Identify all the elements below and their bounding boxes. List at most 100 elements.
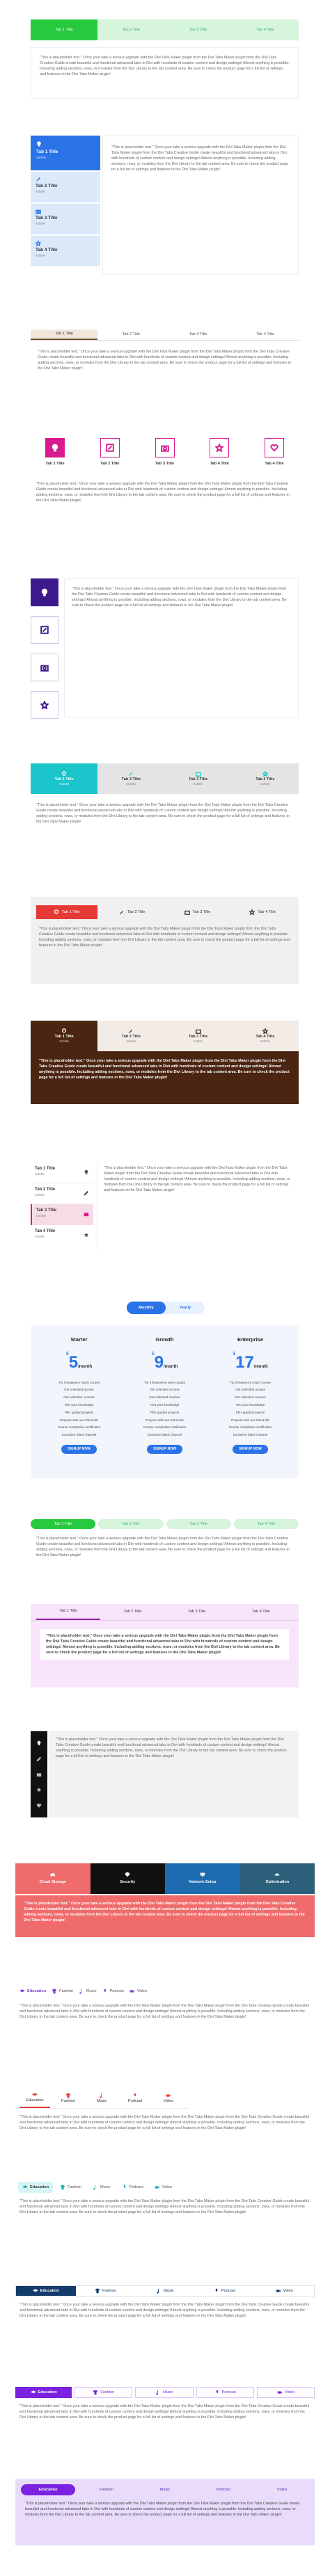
tab-podcast[interactable]: Podcast	[102, 1988, 124, 1994]
tab-1[interactable]: Tab 1 Title Subtitle	[31, 763, 98, 794]
tab-label: Music	[163, 2390, 173, 2395]
tab-video[interactable]: Video	[129, 1988, 147, 1994]
tab-3[interactable]: Tab 3 Title	[141, 438, 189, 470]
tab-1[interactable]: Tab 1 Title Subtitle	[31, 1021, 98, 1051]
feature-item: Projects with our Cloud lab	[146, 1418, 184, 1422]
heart-icon[interactable]	[36, 1803, 42, 1808]
tab-education[interactable]: Education	[19, 1988, 46, 1994]
tab-4[interactable]: Tab 4 Title	[232, 330, 299, 340]
tab-fashion[interactable]: Fashion	[56, 2182, 86, 2193]
tab-3[interactable]: Tab 3 Title	[165, 1604, 229, 1620]
tab-fashion[interactable]: Fashion	[74, 2387, 133, 2398]
tab-2[interactable]: Tab 2 Title	[102, 905, 163, 919]
tab-1[interactable]: Tab 1 Title	[31, 19, 98, 40]
tab-1[interactable]: Tab 1 Title Subtitle	[31, 1163, 93, 1183]
tab-5[interactable]: Tab 4 Title	[250, 438, 299, 470]
tab-1[interactable]: Tab 1 Title Subtitle	[31, 136, 100, 170]
tab-label: Education	[38, 2390, 57, 2395]
tab-3[interactable]: Tab 3 Title	[166, 1519, 231, 1529]
tab-podcast[interactable]: Podcast	[196, 2484, 251, 2495]
tab-4[interactable]: Tab 4 Title Subtitle	[231, 1021, 299, 1051]
tab-fashion[interactable]: Fashion	[53, 2089, 84, 2108]
tab-label: Tab 2 Title	[100, 462, 120, 466]
tab-2[interactable]: Tab 2 Title	[100, 1604, 164, 1620]
tab-network-setup[interactable]: Network Setup	[165, 1863, 240, 1894]
tab-1[interactable]	[31, 578, 58, 606]
tab-podcast[interactable]: Podcast	[196, 2387, 254, 2398]
tab-4[interactable]: Tab 4 Title	[232, 905, 293, 919]
signup-button[interactable]: SIGNUP NOW	[61, 1444, 97, 1455]
tab-content-text: "This is placeholder text." Once your ta…	[25, 2502, 300, 2518]
tab-music[interactable]: Music	[135, 2387, 194, 2398]
microphone-icon	[123, 2185, 125, 2188]
tab-podcast[interactable]: Podcast	[120, 2089, 150, 2108]
graduation-cap-icon	[32, 2093, 38, 2096]
tab-music[interactable]: Music	[135, 2286, 195, 2296]
tab-2[interactable]	[31, 616, 58, 644]
signup-button[interactable]: SIGNUP NOW	[147, 1444, 182, 1455]
tab-education[interactable]: Education	[21, 2484, 75, 2495]
tab-3[interactable]: Tab 3 Title Subtitle	[164, 763, 232, 794]
camera-icon	[195, 1029, 201, 1034]
tab-podcast[interactable]: Podcast	[195, 2286, 255, 2296]
tab-video[interactable]: Video	[254, 2286, 314, 2296]
tab-4[interactable]: Tab 4 Title Subtitle	[31, 236, 100, 266]
signup-button[interactable]: SIGNUP NOW	[233, 1444, 268, 1455]
tab-education[interactable]: Education	[19, 2089, 50, 2108]
edit-icon[interactable]	[36, 1756, 42, 1762]
tab-security[interactable]: Security	[90, 1863, 165, 1894]
tab-fashion[interactable]: Fashion	[79, 2484, 134, 2495]
tab-4[interactable]: Tab 4 Title	[231, 19, 299, 40]
tab-education[interactable]: Education	[18, 2182, 54, 2193]
tab-1[interactable]: Tab 1 Title	[31, 330, 98, 340]
lightbulb-icon	[62, 771, 67, 776]
toggle-yearly[interactable]: Yearly	[166, 1302, 205, 1314]
tab-video[interactable]: Video	[255, 2484, 309, 2495]
tab-2[interactable]: Tab 2 Title Subtitle	[97, 763, 165, 794]
tab-1[interactable]: Tab 1 Title	[31, 1519, 96, 1529]
tab-1[interactable]: Tab 1 Title	[36, 1604, 101, 1620]
tab-video[interactable]: Video	[256, 2387, 315, 2398]
tab-music[interactable]: Music	[88, 2182, 115, 2193]
tab-1[interactable]: Tab 1 Title	[31, 438, 79, 470]
tab-2[interactable]: Tab 2 Title	[98, 1519, 164, 1529]
tab-2[interactable]: Tab 2 Title	[86, 438, 134, 470]
tab-music[interactable]: Music	[79, 1988, 97, 1994]
music-icon	[157, 2288, 159, 2294]
tab-2[interactable]: Tab 2 Title Subtitle	[97, 1021, 165, 1051]
tab-3[interactable]: Tab 3 Title	[167, 905, 228, 919]
tab-3[interactable]: Tab 3 Title	[165, 330, 232, 340]
tab-music[interactable]: Music	[138, 2484, 192, 2495]
tab-3[interactable]: Tab 3 Title Subtitle	[164, 1021, 232, 1051]
tab-3[interactable]	[31, 654, 58, 681]
tab-3[interactable]: Tab 3 Title Subtitle	[31, 204, 100, 234]
tab-3[interactable]: Tab 3 Title Subtitle	[31, 1204, 93, 1225]
tab-music[interactable]: Music	[86, 2089, 117, 2108]
tab-4[interactable]: Tab 4 Title Subtitle	[31, 1225, 93, 1246]
tab-4[interactable]	[31, 691, 58, 719]
tab-1[interactable]: Tab 1 Title	[36, 905, 97, 919]
tab-podcast[interactable]: Podcast	[118, 2182, 148, 2193]
tab-label: Tab 2 Title	[36, 184, 58, 189]
tab-2[interactable]: Tab 2 Title	[97, 330, 164, 340]
tab-education[interactable]: Education	[15, 2387, 72, 2398]
tab-video[interactable]: Video	[153, 2089, 184, 2108]
tab-4[interactable]: Tab 4 Title	[233, 1519, 299, 1529]
tab-2[interactable]: Tab 2 Title Subtitle	[31, 1183, 93, 1204]
camera-icon[interactable]	[36, 1772, 42, 1777]
tab-education[interactable]: Education	[16, 2286, 76, 2296]
star-icon[interactable]	[36, 1787, 42, 1792]
tab-fashion[interactable]: Fashion	[76, 2286, 136, 2296]
tab-optimization[interactable]: Optimization	[239, 1863, 315, 1894]
tab-4[interactable]: Tab 4 Title	[195, 438, 244, 470]
toggle-monthly[interactable]: Monthly	[127, 1302, 166, 1314]
tab-fashion[interactable]: Fashion	[52, 1988, 73, 1994]
tab-4[interactable]: Tab 4 Title Subtitle	[231, 763, 299, 794]
lightbulb-icon[interactable]	[36, 1740, 42, 1746]
tab-2[interactable]: Tab 2 Title Subtitle	[31, 172, 100, 202]
tab-video[interactable]: Video	[150, 2182, 176, 2193]
tab-2[interactable]: Tab 2 Title	[97, 19, 165, 40]
tab-3[interactable]: Tab 3 Title	[164, 19, 232, 40]
tab-4[interactable]: Tab 4 Title	[229, 1604, 293, 1620]
tab-cloud-storage[interactable]: Cloud Storage	[15, 1863, 91, 1894]
